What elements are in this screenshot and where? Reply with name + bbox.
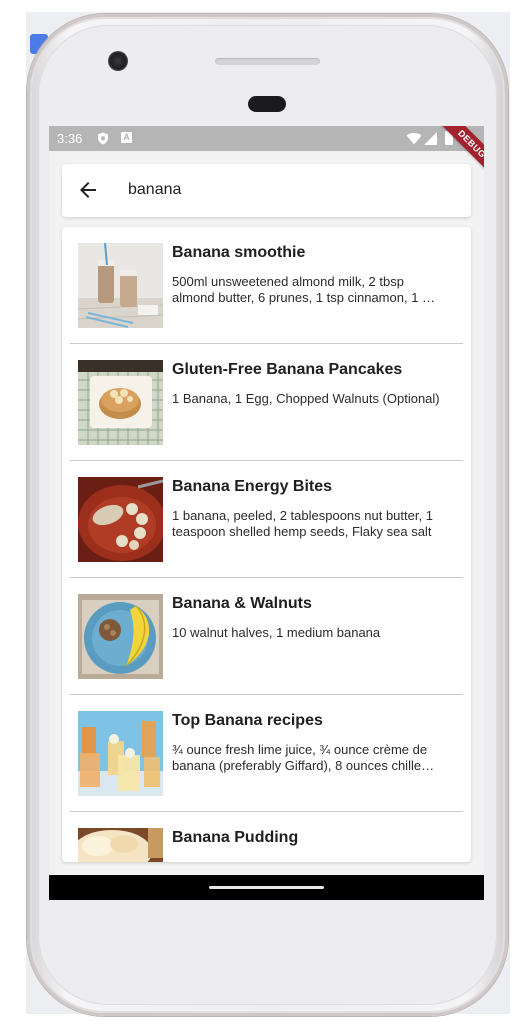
result-item-banana-smoothie[interactable]: Banana smoothie 500ml unsweetened almond…	[62, 227, 471, 344]
arrow-back-icon[interactable]	[76, 178, 100, 202]
result-item-banana-energy-bites[interactable]: Banana Energy Bites 1 banana, peeled, 2 …	[62, 461, 471, 578]
banana-pudding-photo	[78, 828, 163, 862]
result-title: Banana & Walnuts	[172, 595, 312, 612]
earpiece-speaker	[215, 58, 320, 65]
result-title: Top Banana recipes	[172, 712, 323, 729]
result-title: Gluten-Free Banana Pancakes	[172, 361, 403, 378]
phone-screen: 3:36 A DEBUG banana Banana smoothie 500m…	[49, 126, 484, 900]
search-input[interactable]	[128, 176, 448, 204]
signal-icon	[424, 132, 437, 145]
banana-pancakes-photo	[78, 360, 163, 445]
wifi-icon	[406, 132, 422, 145]
shield-icon	[98, 132, 108, 145]
system-navigation-bar	[49, 875, 484, 900]
result-description: 500ml unsweetened almond milk, 2 tbsp al…	[172, 274, 436, 305]
a-notification-icon: A	[121, 132, 132, 143]
result-title: Banana Energy Bites	[172, 478, 333, 495]
search-bar	[62, 164, 471, 217]
result-description: ¾ ounce fresh lime juice, ¾ ounce crème …	[172, 742, 435, 773]
result-item-top-banana-recipes[interactable]: Top Banana recipes ¾ ounce fresh lime ju…	[62, 695, 471, 812]
result-description: 1 banana, peeled, 2 tablespoons nut butt…	[172, 508, 433, 539]
result-item-banana-pudding[interactable]: Banana Pudding	[62, 812, 471, 862]
energy-bites-photo	[78, 477, 163, 562]
proximity-sensor	[248, 96, 286, 112]
banana-walnuts-plate-photo	[78, 594, 163, 679]
screenshot-stage: 3:36 A DEBUG banana Banana smoothie 500m…	[0, 0, 523, 1028]
status-bar: 3:36 A DEBUG	[49, 126, 484, 189]
result-description: 1 Banana, 1 Egg, Chopped Walnuts (Option…	[172, 391, 440, 406]
front-camera	[108, 51, 128, 71]
result-title: Banana smoothie	[172, 244, 306, 261]
result-item-gluten-free-banana-pancakes[interactable]: Gluten-Free Banana Pancakes 1 Banana, 1 …	[62, 344, 471, 461]
results-list: Banana smoothie 500ml unsweetened almond…	[62, 227, 471, 862]
result-description: 10 walnut halves, 1 medium banana	[172, 625, 381, 640]
home-gesture-handle[interactable]	[209, 886, 324, 889]
result-title: Banana Pudding	[172, 829, 299, 846]
cocktail-glasses-photo	[78, 711, 163, 796]
smoothie-bottles-photo	[78, 243, 163, 328]
result-item-banana-walnuts[interactable]: Banana & Walnuts 10 walnut halves, 1 med…	[62, 578, 471, 695]
status-time: 3:36	[57, 131, 83, 146]
